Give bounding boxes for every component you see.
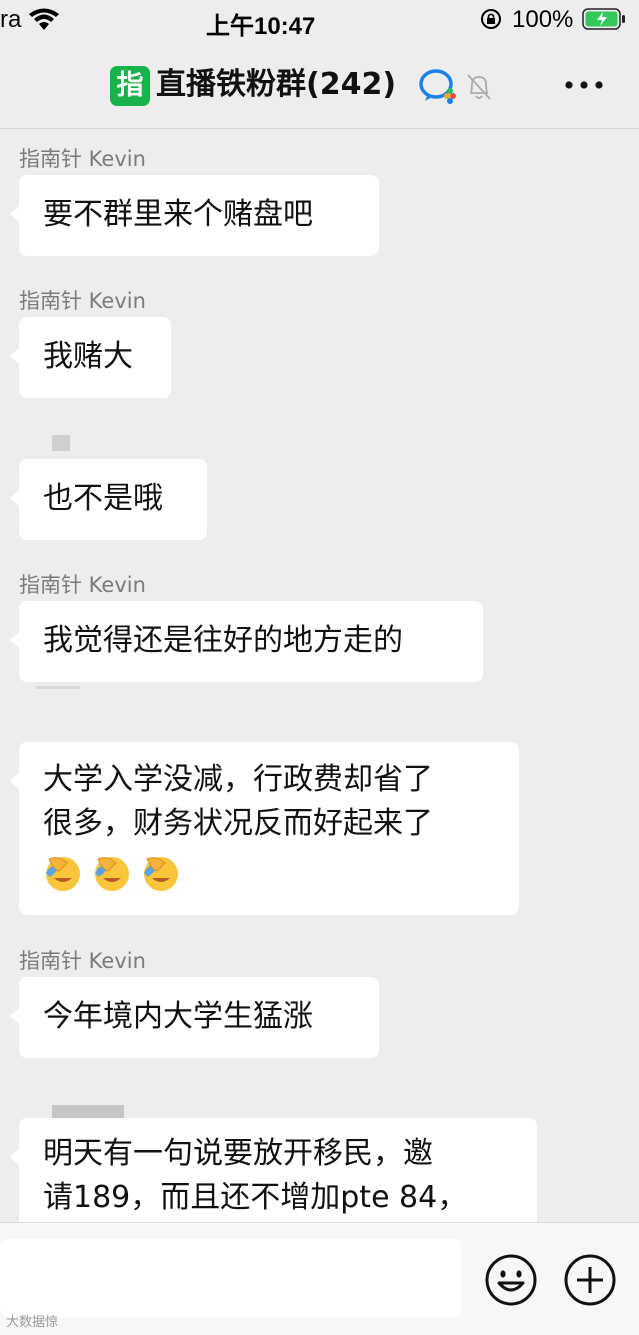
group-avatar[interactable]: 指 [110, 66, 150, 106]
carrier-label: ra [0, 6, 22, 33]
message-text: 我觉得还是往好的地方走的 [43, 623, 403, 658]
message-text: 请189，而且还不增加pte 84， [43, 1180, 468, 1215]
message-bubble[interactable]: 明天有一句说要放开移民，邀 请189，而且还不增加pte 84， [10, 1118, 537, 1222]
clock: 上午10:47 [206, 13, 316, 40]
facepalm-icon [95, 856, 129, 891]
message-text: 很多，财务状况反而好起来了 [43, 806, 433, 841]
message-text: 我赌大 [43, 339, 133, 374]
orientation-lock-icon [481, 9, 501, 29]
message-sender: 指南针 Kevin [19, 147, 146, 171]
message-text: 要不群里来个赌盘吧 [43, 197, 313, 232]
message-bubble[interactable]: 我觉得还是往好的地方走的 [10, 601, 483, 682]
message-sender: 指南针 Kevin [19, 949, 146, 973]
message-text: 明天有一句说要放开移民，邀 [43, 1136, 433, 1171]
battery-charging-icon [582, 8, 625, 30]
watermark: 大数据惊 [6, 1315, 59, 1330]
facepalm-icon [46, 856, 80, 891]
emoji-button-icon[interactable] [484, 1253, 538, 1307]
emoji-row [43, 850, 495, 894]
message-text: 也不是哦 [43, 481, 163, 516]
message-bubble[interactable]: 要不群里来个赌盘吧 [10, 175, 379, 256]
message-sender: 指南针 Kevin [19, 573, 146, 597]
blurred-sender [36, 686, 80, 689]
message-bubble[interactable]: 大学入学没减，行政费却省了 很多，财务状况反而好起来了 [10, 742, 519, 915]
chat-title[interactable]: 直播铁粉群(242) [156, 64, 396, 106]
message-text: 大学入学没减，行政费却省了 [43, 762, 433, 797]
message-input[interactable] [0, 1239, 462, 1317]
message-list[interactable]: 指南针 Kevin 要不群里来个赌盘吧 指南针 Kevin 我赌大 也不是哦 指… [0, 129, 639, 1222]
blurred-sender [52, 1105, 124, 1119]
message-text: 今年境内大学生猛涨 [43, 999, 313, 1034]
wifi-icon [29, 8, 59, 30]
status-bar: ra 上午10:47 100% [0, 0, 639, 42]
mute-bell-icon [467, 74, 491, 100]
battery-percent: 100% [512, 6, 574, 33]
message-sender: 指南针 Kevin [19, 289, 146, 313]
message-bubble[interactable]: 今年境内大学生猛涨 [10, 977, 379, 1058]
input-bar: 大数据惊 [0, 1222, 639, 1335]
facepalm-icon [144, 856, 178, 891]
chat-header: 指 直播铁粉群(242) [0, 42, 639, 129]
wecom-icon [419, 69, 456, 104]
message-bubble[interactable]: 也不是哦 [10, 459, 207, 540]
blurred-sender [52, 435, 70, 451]
plus-button-icon[interactable] [563, 1253, 617, 1307]
message-bubble[interactable]: 我赌大 [10, 317, 171, 398]
more-icon[interactable] [562, 70, 606, 100]
